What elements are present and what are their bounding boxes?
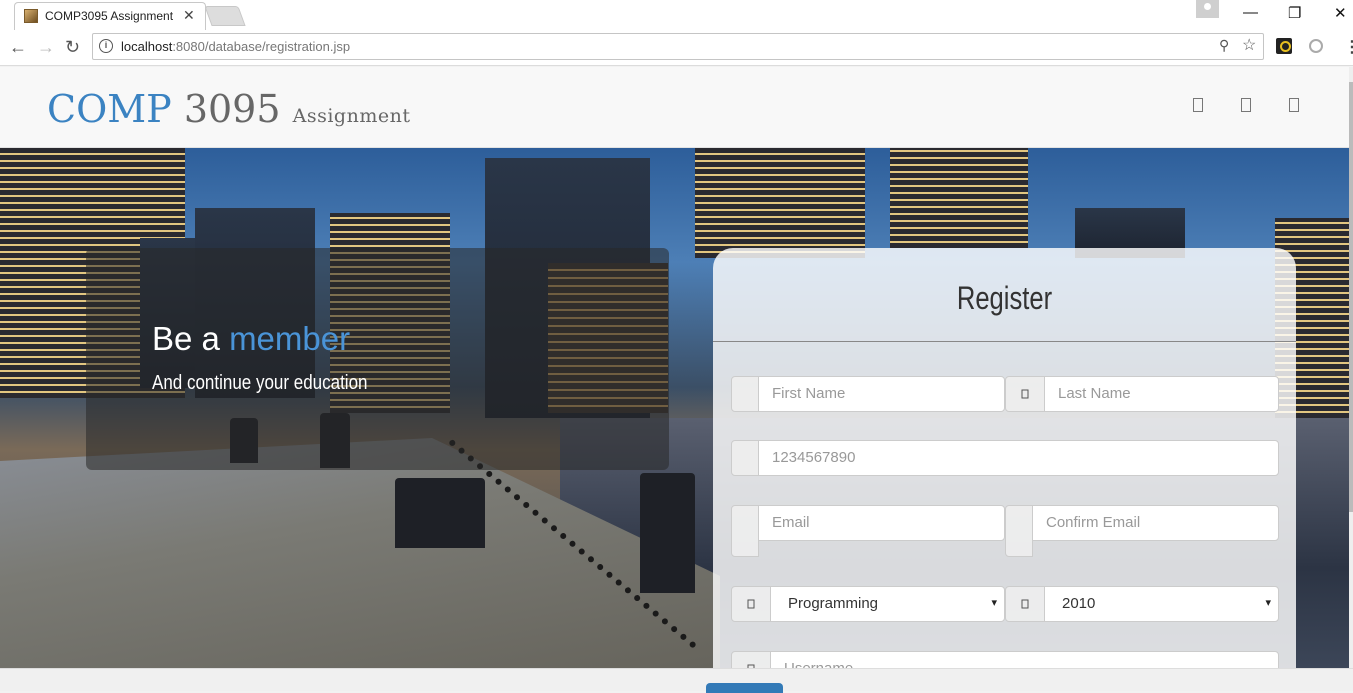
building [890, 148, 1028, 248]
forward-button[interactable]: → [37, 37, 55, 58]
bollard [640, 473, 695, 593]
year-addon [1005, 586, 1045, 622]
year-value: 2010 [1062, 595, 1096, 612]
first-name-addon [731, 376, 759, 412]
tagline-accent: member [229, 320, 351, 357]
brand-part-2: 3095 [183, 87, 281, 131]
browser-tab-bar: COMP3095 Assignment ✕ — ❐ ✕ [0, 0, 1353, 30]
program-value: Programming [788, 595, 879, 612]
program-select[interactable]: Programming ▾ [770, 586, 1005, 622]
phone-addon [731, 440, 759, 476]
phone-input[interactable]: 1234567890 [758, 440, 1279, 476]
favicon-icon [24, 9, 38, 23]
year-select[interactable]: 2010 ▾ [1044, 586, 1279, 622]
header-icon-1[interactable] [1193, 98, 1203, 112]
browser-toolbar: ← → ↻ i localhost:8080/database/registra… [0, 30, 1353, 66]
tab-close-icon[interactable]: ✕ [183, 7, 195, 24]
chevron-down-icon: ▾ [991, 597, 997, 609]
bookmark-star-icon[interactable]: ☆ [1242, 35, 1256, 55]
divider [713, 341, 1296, 342]
submit-button[interactable] [706, 683, 783, 693]
back-button[interactable]: ← [9, 37, 27, 58]
hero-background: Be a member And continue your education … [0, 148, 1349, 668]
page-content: COMP 3095 Assignment Be a member And con… [0, 67, 1349, 668]
header-icon-3[interactable] [1289, 98, 1299, 112]
book-icon [747, 599, 755, 609]
first-name-input[interactable]: First Name [758, 376, 1005, 412]
confirm-email-addon [1005, 505, 1033, 557]
restore-button[interactable]: ❐ [1288, 4, 1301, 22]
tagline-prefix: Be a [152, 320, 230, 357]
username-addon [731, 651, 771, 668]
email-input[interactable]: Email [758, 505, 1005, 541]
address-bar[interactable]: i localhost:8080/database/registration.j… [92, 33, 1264, 60]
new-tab-button[interactable] [204, 6, 246, 26]
minimize-button[interactable]: — [1243, 4, 1258, 21]
building [695, 148, 865, 258]
brand-part-3: Assignment [292, 105, 411, 127]
tagline-subtitle: And continue your education [152, 372, 368, 394]
register-panel: Register First Name Last Name 1234567890… [713, 248, 1296, 668]
username-input[interactable]: Username [770, 651, 1279, 668]
chevron-down-icon: ▾ [1265, 597, 1271, 609]
reload-button[interactable]: ↻ [65, 37, 80, 58]
extension-icon-2[interactable] [1309, 39, 1323, 53]
program-addon [731, 586, 771, 622]
user-icon [1021, 389, 1029, 399]
email-addon [731, 505, 759, 557]
close-window-button[interactable]: ✕ [1334, 4, 1347, 22]
zoom-icon[interactable]: ⚲ [1219, 37, 1229, 54]
extension-icon[interactable] [1276, 38, 1292, 54]
site-header: COMP 3095 Assignment [0, 67, 1349, 148]
bollard [395, 478, 485, 548]
register-title: Register [956, 280, 1053, 316]
info-icon[interactable]: i [99, 39, 113, 53]
menu-icon[interactable]: ⋮ [1344, 37, 1353, 57]
header-icon-2[interactable] [1241, 98, 1251, 112]
brand-part-1: COMP [47, 87, 172, 131]
tagline-title: Be a member [152, 320, 350, 358]
profile-icon[interactable] [1196, 0, 1219, 18]
last-name-input[interactable]: Last Name [1044, 376, 1279, 412]
browser-tab[interactable]: COMP3095 Assignment ✕ [14, 2, 206, 30]
calendar-icon [1021, 599, 1029, 609]
site-brand[interactable]: COMP 3095 Assignment [47, 87, 410, 131]
tagline-box: Be a member And continue your education [86, 248, 669, 470]
url-text[interactable]: localhost:8080/database/registration.jsp [121, 39, 350, 54]
last-name-addon [1005, 376, 1045, 412]
scrollbar-thumb[interactable] [1349, 82, 1353, 512]
tab-title: COMP3095 Assignment [45, 9, 174, 23]
footer-bar [0, 668, 1353, 693]
confirm-email-input[interactable]: Confirm Email [1032, 505, 1279, 541]
